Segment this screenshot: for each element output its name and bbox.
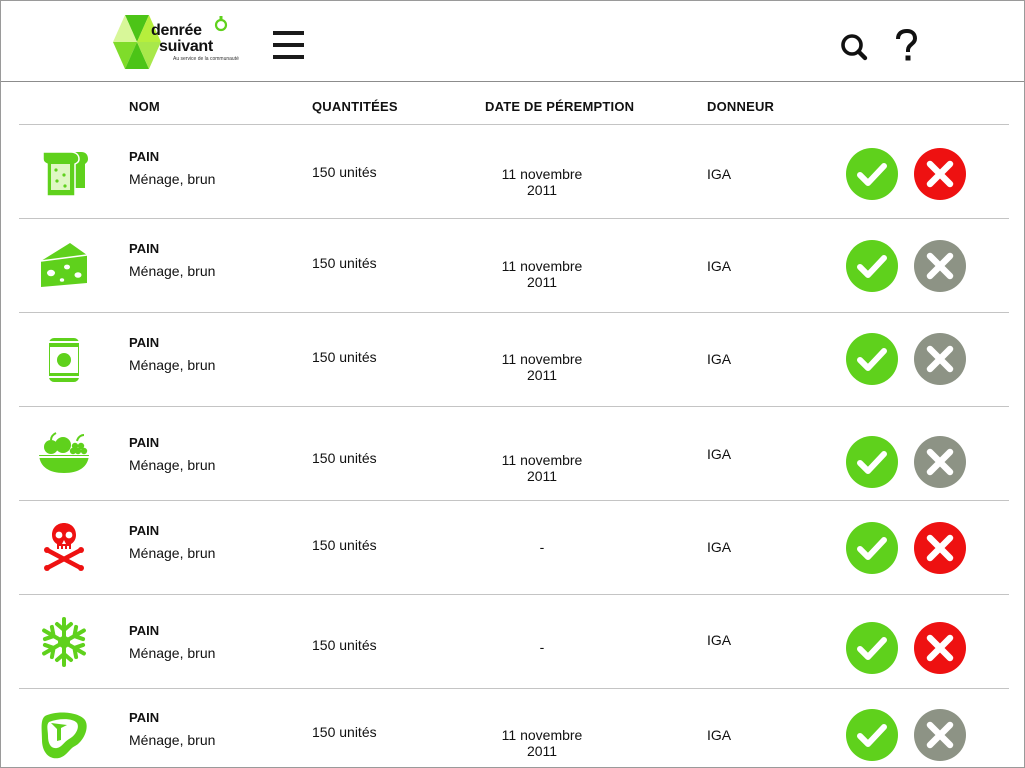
accept-button[interactable]: [846, 333, 898, 385]
close-icon: [926, 634, 954, 662]
table-row[interactable]: PAIN Ménage, brun 150 unités - IGA: [19, 595, 1009, 689]
accept-button[interactable]: [846, 148, 898, 200]
item-expiry-date: -: [539, 639, 545, 655]
item-expiry-date: 11 novembre 2011: [501, 727, 583, 759]
item-name: PAIN: [129, 335, 160, 350]
item-description: Ménage, brun: [129, 457, 216, 473]
item-description: Ménage, brun: [129, 263, 216, 279]
skull-crossbones-icon: [37, 519, 91, 573]
reject-button[interactable]: [914, 522, 966, 574]
item-quantity: 150 unités: [312, 637, 377, 653]
help-icon[interactable]: [892, 28, 922, 63]
reject-button[interactable]: [914, 709, 966, 761]
item-quantity: 150 unités: [312, 255, 377, 271]
item-description: Ménage, brun: [129, 732, 216, 748]
item-name: PAIN: [129, 241, 160, 256]
logo-wordmark-line2: suivant: [159, 38, 213, 55]
close-icon: [926, 721, 954, 749]
item-donor: IGA: [707, 351, 732, 367]
hamburger-menu-icon[interactable]: [273, 31, 304, 59]
column-header-donor: DONNEUR: [707, 99, 775, 114]
reject-button[interactable]: [914, 333, 966, 385]
item-donor: IGA: [707, 166, 732, 182]
item-donor: IGA: [707, 632, 732, 648]
item-donor: IGA: [707, 446, 732, 462]
table-row[interactable]: PAIN Ménage, brun 150 unités 11 novembre…: [19, 407, 1009, 501]
item-quantity: 150 unités: [312, 537, 377, 553]
item-expiry-date: 11 novembre 2011: [501, 351, 583, 383]
close-icon: [926, 534, 954, 562]
item-expiry-date: 11 novembre 2011: [501, 258, 583, 290]
item-expiry-date: 11 novembre 2011: [501, 452, 583, 484]
close-icon: [926, 252, 954, 280]
item-quantity: 150 unités: [312, 164, 377, 180]
item-description: Ménage, brun: [129, 357, 216, 373]
check-icon: [857, 348, 887, 371]
accept-button[interactable]: [846, 622, 898, 674]
accept-button[interactable]: [846, 709, 898, 761]
item-name: PAIN: [129, 523, 160, 538]
snowflake-icon: [37, 615, 91, 669]
table-row[interactable]: PAIN Ménage, brun 150 unités 11 novembre…: [19, 219, 1009, 313]
column-header-name: NOM: [129, 99, 160, 114]
close-icon: [926, 160, 954, 188]
check-icon: [857, 724, 887, 747]
cheese-icon: [37, 239, 91, 293]
reject-button[interactable]: [914, 622, 966, 674]
item-donor: IGA: [707, 539, 732, 555]
bread-icon: [37, 146, 91, 200]
item-name: PAIN: [129, 435, 160, 450]
reject-button[interactable]: [914, 148, 966, 200]
app-frame: denrée suivant Au service de la communau…: [0, 0, 1025, 768]
check-icon: [857, 537, 887, 560]
check-icon: [857, 255, 887, 278]
reject-button[interactable]: [914, 436, 966, 488]
item-name: PAIN: [129, 149, 160, 164]
check-icon: [857, 451, 887, 474]
item-name: PAIN: [129, 710, 160, 725]
canned-food-icon: [37, 332, 91, 386]
item-quantity: 150 unités: [312, 724, 377, 740]
accept-button[interactable]: [846, 240, 898, 292]
item-name: PAIN: [129, 623, 160, 638]
accept-button[interactable]: [846, 522, 898, 574]
close-icon: [926, 345, 954, 373]
table-row[interactable]: PAIN Ménage, brun 150 unités - IGA: [19, 501, 1009, 595]
item-description: Ménage, brun: [129, 545, 216, 561]
fruit-bowl-icon: [37, 427, 91, 481]
column-header-quantity: QUANTITÉES: [312, 99, 398, 114]
table-row[interactable]: PAIN Ménage, brun 150 unités 11 novembre…: [19, 689, 1009, 767]
item-quantity: 150 unités: [312, 349, 377, 365]
top-header: denrée suivant Au service de la communau…: [1, 1, 1024, 82]
search-icon[interactable]: [839, 29, 869, 63]
item-quantity: 150 unités: [312, 450, 377, 466]
app-logo[interactable]: denrée suivant Au service de la communau…: [113, 13, 248, 71]
item-description: Ménage, brun: [129, 645, 216, 661]
reject-button[interactable]: [914, 240, 966, 292]
item-donor: IGA: [707, 727, 732, 743]
check-icon: [857, 637, 887, 660]
item-description: Ménage, brun: [129, 171, 216, 187]
item-donor: IGA: [707, 258, 732, 274]
table-row[interactable]: PAIN Ménage, brun 150 unités 11 novembre…: [19, 125, 1009, 219]
logo-tagline: Au service de la communauté: [173, 56, 239, 62]
accept-button[interactable]: [846, 436, 898, 488]
steak-icon: [37, 708, 91, 762]
close-icon: [926, 448, 954, 476]
table-row[interactable]: PAIN Ménage, brun 150 unités 11 novembre…: [19, 313, 1009, 407]
item-expiry-date: 11 novembre 2011: [501, 166, 583, 198]
check-icon: [857, 163, 887, 186]
column-header-expiry: DATE DE PÉREMPTION: [485, 99, 635, 114]
item-expiry-date: -: [539, 539, 545, 555]
